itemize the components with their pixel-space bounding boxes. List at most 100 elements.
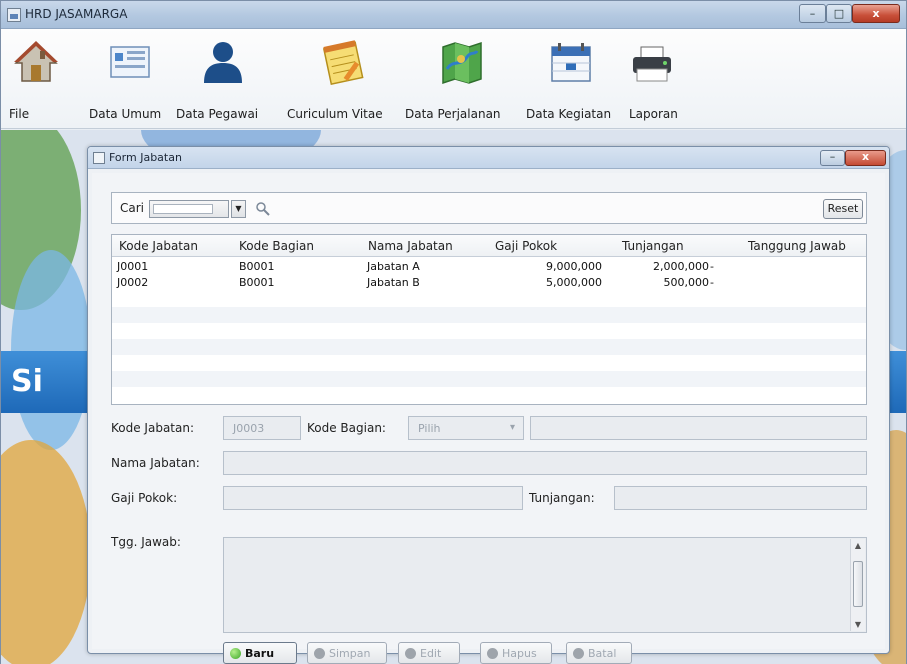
toolbar-data-pegawai-label: Data Pegawai [176,107,259,121]
baru-status-icon [230,648,241,659]
kode-bagian-label: Kode Bagian: [307,421,386,435]
gaji-pokok-label: Gaji Pokok: [111,491,178,505]
title-bar: HRD JASAMARGA – □ x [1,1,906,29]
form-minimize-button[interactable]: – [820,150,845,166]
table-row[interactable]: J0002 B0001 Jabatan B 5,000,000 500,000 … [112,275,866,291]
column-header[interactable]: Tunjangan [622,239,684,253]
tgg-jawab-textarea[interactable]: ▲ ▼ [223,537,867,633]
chevron-down-icon: ▼ [235,204,242,213]
scroll-up-icon[interactable]: ▲ [851,541,865,550]
maximize-icon: □ [833,7,845,20]
printer-icon [633,46,671,82]
toolbar-curiculum-vitae-label: Curiculum Vitae [287,107,383,121]
edit-button-label: Edit [420,647,442,660]
table-header: Kode Jabatan Kode Bagian Nama Jabatan Ga… [112,235,866,257]
search-label: Cari [120,201,144,215]
edit-button[interactable]: Edit [398,642,460,664]
calendar-icon [551,43,591,82]
simpan-button[interactable]: Simpan [307,642,387,664]
form-close-button[interactable]: x [845,150,886,166]
bg-figure-orange [1,440,91,664]
main-toolbar: File Data Umum Data Pegawai Curiculum Vi… [1,29,906,129]
toolbar-data-kegiatan[interactable]: Data Kegiatan [526,29,618,129]
toolbar-data-kegiatan-label: Data Kegiatan [526,107,612,121]
hapus-button[interactable]: Hapus [480,642,552,664]
column-header[interactable]: Nama Jabatan [368,239,453,253]
search-combo-dropdown[interactable]: ▼ [231,200,246,218]
kode-bagian-select[interactable]: Pilih [408,416,524,440]
kode-jabatan-value: J0003 [233,422,265,435]
column-header[interactable]: Gaji Pokok [495,239,557,253]
batal-status-icon [573,648,584,659]
table-cell: Jabatan B [367,276,420,289]
jabatan-table: Kode Jabatan Kode Bagian Nama Jabatan Ga… [111,234,867,405]
scroll-thumb[interactable] [853,561,863,607]
form-panel: Cari ▼ Reset Kode Jabatan Kode Bagian Na… [92,173,885,664]
tunjangan-field[interactable] [614,486,867,510]
data-umum-icon [110,46,150,78]
table-cell: J0001 [117,260,149,273]
kode-jabatan-field[interactable]: J0003 [223,416,301,440]
batal-button[interactable]: Batal [566,642,632,664]
table-cell: - [710,260,714,273]
table-cell: 9,000,000 [546,260,602,273]
scroll-down-icon[interactable]: ▼ [851,620,865,629]
banner-text: Si [11,364,43,399]
tgg-jawab-scrollbar[interactable]: ▲ ▼ [850,539,865,631]
baru-button[interactable]: Baru [223,642,297,664]
nama-bagian-field[interactable] [530,416,867,440]
table-cell: B0001 [239,276,275,289]
table-cell: 500,000 [663,276,710,289]
search-bar: Cari ▼ Reset [111,192,867,224]
table-cell: J0002 [117,276,149,289]
minimize-icon: – [809,7,816,20]
close-button[interactable]: x [852,4,900,23]
nama-jabatan-field[interactable] [223,451,867,475]
column-header[interactable]: Kode Jabatan [119,239,198,253]
tgg-jawab-label: Tgg. Jawab: [111,535,181,549]
empty-row [112,371,866,387]
table-cell: B0001 [239,260,275,273]
table-cell: Jabatan A [367,260,420,273]
form-window-icon [93,152,105,164]
toolbar-laporan[interactable]: Laporan [627,29,687,129]
kode-jabatan-label: Kode Jabatan: [111,421,194,435]
notepad-icon [322,40,364,85]
search-icon[interactable] [255,201,271,217]
toolbar-data-pegawai[interactable]: Data Pegawai [176,29,276,129]
app-icon [7,8,21,22]
gaji-pokok-field[interactable] [223,486,523,510]
toolbar-curiculum-vitae[interactable]: Curiculum Vitae [287,29,401,129]
table-cell: 5,000,000 [546,276,602,289]
table-cell: 2,000,000 [653,260,709,273]
toolbar-file[interactable]: File [9,29,58,129]
toolbar-data-perjalanan[interactable]: Data Perjalanan [405,29,521,129]
table-row[interactable]: J0001 B0001 Jabatan A 9,000,000 2,000,00… [112,259,866,275]
edit-status-icon [405,648,416,659]
column-header[interactable]: Tanggung Jawab [748,239,846,253]
toolbar-data-umum[interactable]: Data Umum [89,29,176,129]
minimize-button[interactable]: – [799,4,826,23]
kode-bagian-value: Pilih [418,422,441,435]
batal-button-label: Batal [588,647,617,660]
hapus-status-icon [487,648,498,659]
window-title: HRD JASAMARGA [25,7,128,21]
toolbar-file-label: File [9,107,30,121]
map-icon [442,41,482,85]
toolbar-laporan-label: Laporan [629,107,678,121]
empty-row [112,307,866,323]
toolbar-data-perjalanan-label: Data Perjalanan [405,107,501,121]
search-combo-value [153,204,213,214]
baru-button-label: Baru [245,647,275,660]
toolbar-data-umum-label: Data Umum [89,107,162,121]
form-title: Form Jabatan [109,151,182,164]
hapus-button-label: Hapus [502,647,537,660]
table-cell: - [710,276,714,289]
search-combo[interactable] [149,200,229,218]
nama-jabatan-label: Nama Jabatan: [111,456,200,470]
reset-button[interactable]: Reset [823,199,863,219]
main-window: HRD JASAMARGA – □ x File Data Umum Data … [0,0,907,664]
maximize-button[interactable]: □ [826,4,852,23]
column-header[interactable]: Kode Bagian [239,239,314,253]
empty-row [112,339,866,355]
